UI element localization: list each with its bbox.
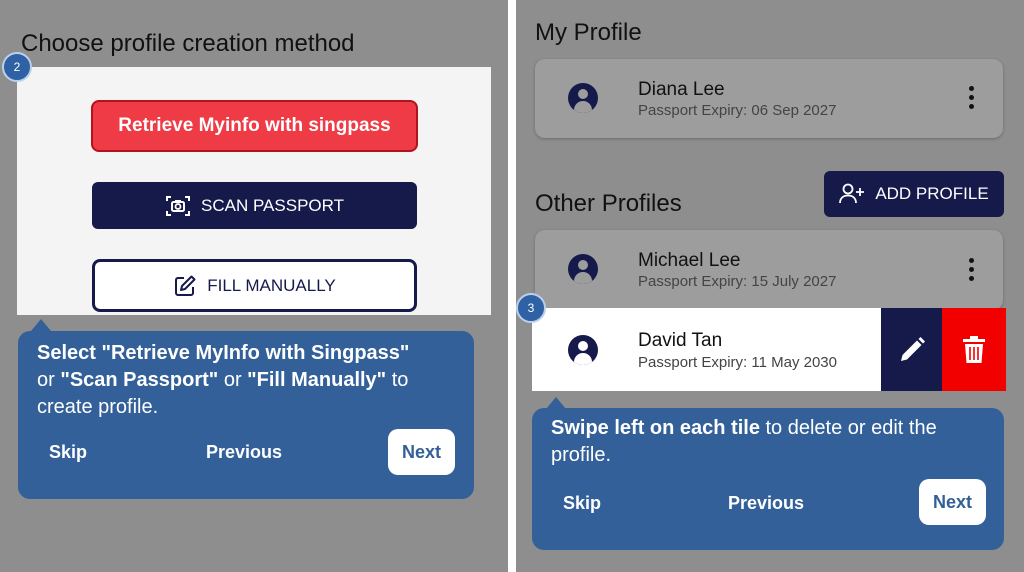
left-screen: Choose profile creation method 2 Retriev… <box>0 0 508 572</box>
add-profile-label: ADD PROFILE <box>875 184 989 203</box>
tooltip-skip-button[interactable]: Skip <box>49 442 87 463</box>
profile-name: David Tan <box>638 330 723 351</box>
tooltip-previous-button[interactable]: Previous <box>206 442 282 463</box>
profile-expiry: Passport Expiry: 11 May 2030 <box>638 354 837 371</box>
fill-manually-button[interactable]: FILL MANUALLY <box>92 259 417 312</box>
tooltip-text: Select "Retrieve MyInfo with Singpass" o… <box>37 342 410 418</box>
step-badge: 3 <box>516 293 546 323</box>
trash-icon <box>963 335 985 363</box>
pencil-square-icon <box>175 275 196 296</box>
camera-scan-icon <box>166 195 191 216</box>
profile-name: Michael Lee <box>638 250 741 271</box>
scan-passport-label: SCAN PASSPORT <box>201 195 344 215</box>
user-avatar-icon <box>568 335 598 365</box>
my-profile-card[interactable]: Diana Lee Passport Expiry: 06 Sep 2027 <box>535 59 1003 138</box>
other-profiles-heading: Other Profiles <box>535 190 682 217</box>
profile-card-david-swiped[interactable]: David Tan Passport Expiry: 11 May 2030 <box>532 308 1006 391</box>
profile-card-michael[interactable]: Michael Lee Passport Expiry: 15 July 202… <box>535 230 1003 310</box>
profile-name: Diana Lee <box>638 79 725 100</box>
user-avatar-icon <box>568 254 598 284</box>
tooltip-previous-button[interactable]: Previous <box>728 493 804 514</box>
onboarding-tooltip: Swipe left on each tile to delete or edi… <box>532 408 1004 550</box>
profile-expiry: Passport Expiry: 06 Sep 2027 <box>638 102 837 119</box>
fill-manually-label: FILL MANUALLY <box>207 275 336 295</box>
my-profile-heading: My Profile <box>535 19 642 46</box>
right-screen: My Profile Diana Lee Passport Expiry: 06… <box>516 0 1024 572</box>
user-avatar-icon <box>568 83 598 113</box>
pencil-icon <box>900 336 925 361</box>
tooltip-skip-button[interactable]: Skip <box>563 493 601 514</box>
page-heading: Choose profile creation method <box>21 30 355 57</box>
kebab-menu-icon[interactable] <box>969 258 975 281</box>
add-profile-button[interactable]: ADD PROFILE <box>824 171 1004 217</box>
kebab-menu-icon[interactable] <box>969 86 975 109</box>
scan-passport-button[interactable]: SCAN PASSPORT <box>92 182 417 229</box>
profile-expiry: Passport Expiry: 15 July 2027 <box>638 273 837 290</box>
tooltip-next-button[interactable]: Next <box>919 479 986 525</box>
edit-profile-button[interactable] <box>881 308 942 391</box>
delete-profile-button[interactable] <box>942 308 1006 391</box>
onboarding-tooltip: Select "Retrieve MyInfo with Singpass" o… <box>18 331 474 499</box>
add-user-icon <box>839 183 865 204</box>
tooltip-arrow <box>31 319 51 331</box>
step-badge: 2 <box>2 52 32 82</box>
tooltip-text: Swipe left on each tile to delete or edi… <box>551 417 937 466</box>
tooltip-next-button[interactable]: Next <box>388 429 455 475</box>
retrieve-myinfo-singpass-button[interactable]: Retrieve Myinfo with singpass <box>91 100 418 152</box>
